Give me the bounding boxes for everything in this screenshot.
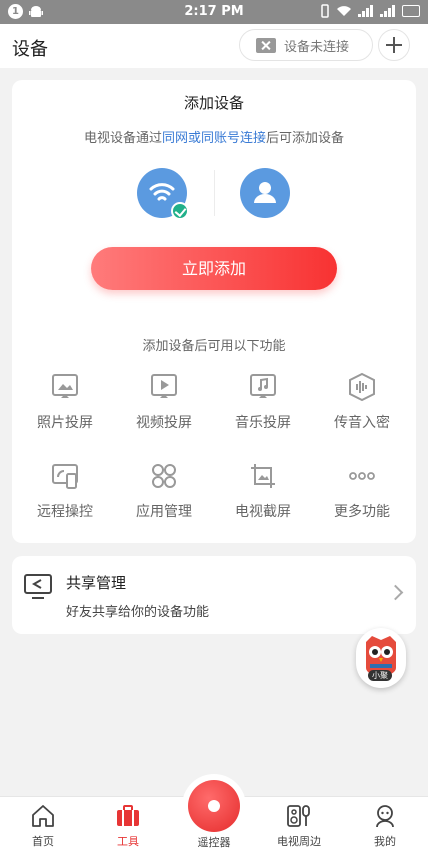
feature-label: 照片投屏 [37, 415, 93, 431]
more-icon [349, 472, 375, 480]
feature-more[interactable]: 更多功能 [312, 459, 412, 521]
add-icon[interactable] [378, 29, 410, 61]
divider [214, 170, 215, 216]
connection-method-link[interactable]: 同网或同账号连接 [162, 131, 266, 146]
profile-icon [376, 805, 394, 828]
toolbox-icon [117, 805, 139, 826]
tab-tv-accessories[interactable]: 电视周边 [264, 803, 334, 849]
feature-screenshot[interactable]: 电视截屏 [213, 459, 313, 521]
page-title: 设备 [12, 39, 48, 60]
feature-music-cast[interactable]: 音乐投屏 [213, 370, 313, 432]
add-device-hint: 电视设备通过同网或同账号连接后可添加设备 [12, 127, 416, 146]
voice-icon [349, 372, 375, 402]
hint-suffix: 后可添加设备 [266, 131, 345, 146]
screenshot-icon [251, 464, 275, 488]
share-title: 共享管理 [66, 574, 127, 592]
user-icon [254, 182, 276, 203]
tab-label: 遥控器 [197, 836, 231, 849]
tab-label: 电视周边 [277, 835, 321, 848]
mascot-label: 小聚 [368, 670, 392, 681]
music-cast-icon [250, 374, 276, 398]
wifi-status-icon [337, 6, 351, 16]
hint-prefix: 电视设备通过 [83, 131, 162, 146]
status-bar: 1 2:17 PM [0, 0, 428, 24]
home-icon [32, 805, 54, 827]
battery-icon [402, 5, 420, 17]
chevron-right-icon [387, 584, 404, 601]
tab-remote[interactable] [182, 774, 246, 838]
top-bar: 设备 设备未连接 [0, 24, 428, 68]
share-tv-icon [24, 574, 52, 599]
account-connect-button[interactable] [240, 168, 290, 218]
tab-home[interactable]: 首页 [8, 803, 78, 849]
vibrate-icon [321, 4, 329, 18]
feature-label: 传音入密 [334, 415, 390, 431]
assistant-mascot-button[interactable]: 小聚 [356, 628, 406, 688]
speaker-icon [287, 805, 310, 827]
check-icon [171, 202, 189, 220]
tab-tools[interactable]: 工具 [93, 803, 163, 849]
feature-apps[interactable]: 应用管理 [114, 459, 214, 521]
remote-control-icon [52, 464, 78, 489]
feature-video-cast[interactable]: 视频投屏 [114, 370, 214, 432]
add-device-card: 添加设备 电视设备通过同网或同账号连接后可添加设备 立即添加 添加设备后可用以下… [12, 80, 416, 543]
share-management-card[interactable]: 共享管理 好友共享给你的设备功能 [12, 556, 416, 634]
tab-label: 首页 [32, 835, 54, 848]
share-subtitle: 好友共享给你的设备功能 [66, 605, 210, 620]
add-now-button[interactable]: 立即添加 [91, 247, 337, 290]
tab-label: 工具 [117, 835, 139, 848]
video-cast-icon [151, 374, 177, 398]
feature-label: 视频投屏 [136, 415, 192, 431]
feature-label: 远程操控 [37, 504, 93, 520]
photo-cast-icon [52, 374, 78, 398]
apps-icon [152, 464, 176, 488]
signal-icon [358, 5, 373, 17]
signal-icon-2 [380, 5, 395, 17]
feature-photo-cast[interactable]: 照片投屏 [15, 370, 115, 432]
card-title: 添加设备 [183, 94, 244, 112]
wifi-connect-button[interactable] [137, 168, 189, 220]
feature-label: 电视截屏 [235, 504, 291, 520]
feature-label: 音乐投屏 [235, 415, 291, 431]
tab-label: 我的 [374, 835, 396, 848]
feature-voice[interactable]: 传音入密 [312, 370, 412, 432]
connection-status-label: 设备未连接 [284, 39, 350, 55]
tab-profile[interactable]: 我的 [350, 803, 420, 849]
disconnected-tv-icon [256, 37, 276, 53]
feature-remote-control[interactable]: 远程操控 [15, 459, 115, 521]
features-title: 添加设备后可用以下功能 [142, 339, 286, 354]
connection-status-button[interactable]: 设备未连接 [239, 29, 373, 61]
feature-label: 更多功能 [334, 504, 390, 520]
remote-icon [188, 780, 240, 832]
feature-label: 应用管理 [136, 504, 192, 520]
